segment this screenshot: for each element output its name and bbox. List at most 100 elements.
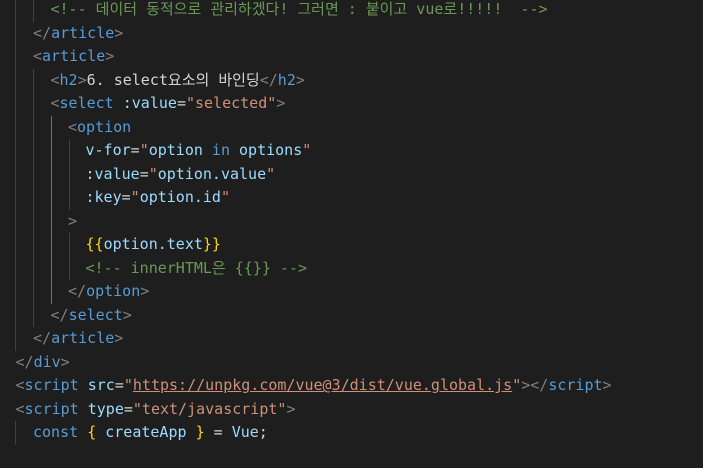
code-text: </article>	[33, 22, 123, 46]
indent-guide	[69, 162, 70, 186]
code-token: https://unpkg.com/vue@3/dist/vue.global.…	[132, 376, 513, 394]
code-token: >	[77, 70, 87, 89]
code-text: <script src="https://unpkg.com/vue@3/dis…	[16, 374, 612, 398]
code-token: =	[114, 376, 124, 394]
code-token: in	[202, 141, 240, 159]
indent-guide	[33, 68, 34, 92]
code-token: =	[139, 164, 149, 183]
code-text: >	[68, 210, 77, 234]
indent-guide	[51, 115, 52, 139]
code-token: <	[68, 117, 78, 136]
indent-guide	[51, 280, 52, 304]
code-token: >	[140, 282, 150, 300]
code-line[interactable]: {{option.text}}	[0, 233, 703, 257]
code-token: <!-- 데이터 동적으로 관리하겠다! 그러면 : 붙이고 vue로!!!!!…	[50, 0, 548, 18]
code-token: script	[24, 376, 79, 394]
code-line[interactable]: <h2>6. select요소의 바인딩</h2>	[0, 68, 703, 92]
code-token: script	[548, 376, 603, 394]
code-token: </	[68, 282, 87, 300]
indent-guide	[69, 256, 70, 280]
indent-guide	[69, 139, 70, 163]
code-text: <script type="text/javascript">	[16, 398, 296, 422]
code-line[interactable]: </option>	[0, 280, 703, 304]
code-token: option.id	[139, 188, 221, 206]
code-token: <	[50, 70, 60, 89]
indent-guide	[33, 162, 34, 186]
code-token: </	[33, 23, 52, 42]
code-text: :value="option.value"	[86, 163, 276, 187]
code-editor[interactable]: <!-- 데이터 동적으로 관리하겠다! 그러면 : 붙이고 vue로!!!!!…	[0, 0, 703, 468]
code-token: =	[130, 141, 140, 159]
code-line[interactable]: </article>	[0, 327, 703, 351]
indent-guide	[15, 115, 16, 139]
indent-guide	[15, 327, 16, 351]
indent-guide	[51, 139, 52, 163]
code-token: }	[195, 423, 205, 441]
code-token: =	[176, 94, 186, 112]
code-line[interactable]: :key="option.id"	[0, 186, 703, 210]
code-token: src	[78, 376, 115, 394]
indent-guide	[15, 45, 16, 69]
code-token: </	[259, 70, 278, 89]
indent-guide	[33, 233, 34, 257]
code-token: option	[148, 141, 203, 159]
indent-guide	[15, 92, 16, 116]
indent-guide	[33, 256, 34, 280]
code-token: article	[51, 329, 115, 347]
code-token: "text/javascript"	[132, 399, 287, 418]
code-text: </article>	[33, 327, 123, 351]
code-token: h2	[277, 70, 296, 89]
code-token: "	[220, 188, 230, 206]
code-token: v-for	[85, 141, 131, 159]
code-token: </	[50, 305, 69, 324]
code-token: >	[122, 305, 132, 324]
code-token: >	[295, 70, 305, 89]
code-line[interactable]: v-for="option in options"	[0, 139, 703, 163]
indent-guide	[51, 256, 52, 280]
indent-guide	[33, 303, 34, 327]
indent-guide	[15, 0, 16, 22]
code-token: article	[42, 47, 106, 65]
indent-guide	[15, 256, 16, 280]
code-line[interactable]: :value="option.value"	[0, 162, 703, 187]
code-text: </option>	[68, 280, 149, 304]
indent-guide	[51, 162, 52, 186]
code-line[interactable]: <!-- innerHTML은 {{}} -->	[0, 256, 703, 280]
indent-guide	[15, 421, 16, 445]
code-token: script	[24, 399, 79, 418]
code-token: :value	[85, 164, 140, 183]
code-line[interactable]: <script type="text/javascript">	[0, 398, 703, 422]
code-token: >	[68, 211, 78, 230]
code-token: {{	[85, 235, 104, 253]
code-line[interactable]: >	[0, 209, 703, 234]
indent-guide	[51, 209, 52, 233]
code-token: </	[15, 352, 34, 371]
code-token: createApp	[96, 423, 196, 441]
indent-guide	[33, 139, 34, 163]
code-line[interactable]: <select :value="selected">	[0, 92, 703, 116]
code-line[interactable]: </select>	[0, 303, 703, 327]
code-token: "selected"	[185, 94, 277, 112]
code-text: <option	[68, 116, 131, 140]
code-token: }}	[202, 235, 221, 253]
code-token: >	[276, 94, 286, 112]
code-text: <!-- 데이터 동적으로 관리하겠다! 그러면 : 붙이고 vue로!!!!!…	[51, 0, 548, 22]
code-text: <article>	[33, 45, 114, 69]
code-line[interactable]: <!-- 데이터 동적으로 관리하겠다! 그러면 : 붙이고 vue로!!!!!…	[0, 0, 703, 22]
code-text: v-for="option in options"	[86, 139, 312, 163]
code-line[interactable]: <script src="https://unpkg.com/vue@3/dis…	[0, 374, 703, 398]
code-token: >	[602, 376, 612, 394]
indent-guide	[15, 233, 16, 257]
code-token: >	[114, 23, 124, 42]
code-line[interactable]: <article>	[0, 45, 703, 69]
code-line[interactable]: const { createApp } = Vue;	[0, 421, 703, 445]
code-line[interactable]: <option	[0, 115, 703, 140]
code-token: =	[204, 423, 232, 441]
code-token: "	[139, 141, 149, 159]
code-line[interactable]: </article>	[0, 21, 703, 46]
code-token: option.value	[157, 164, 267, 183]
code-token: <	[15, 376, 25, 394]
code-token: option	[86, 282, 141, 300]
code-line[interactable]: </div>	[0, 351, 703, 375]
code-token: "	[130, 188, 140, 206]
